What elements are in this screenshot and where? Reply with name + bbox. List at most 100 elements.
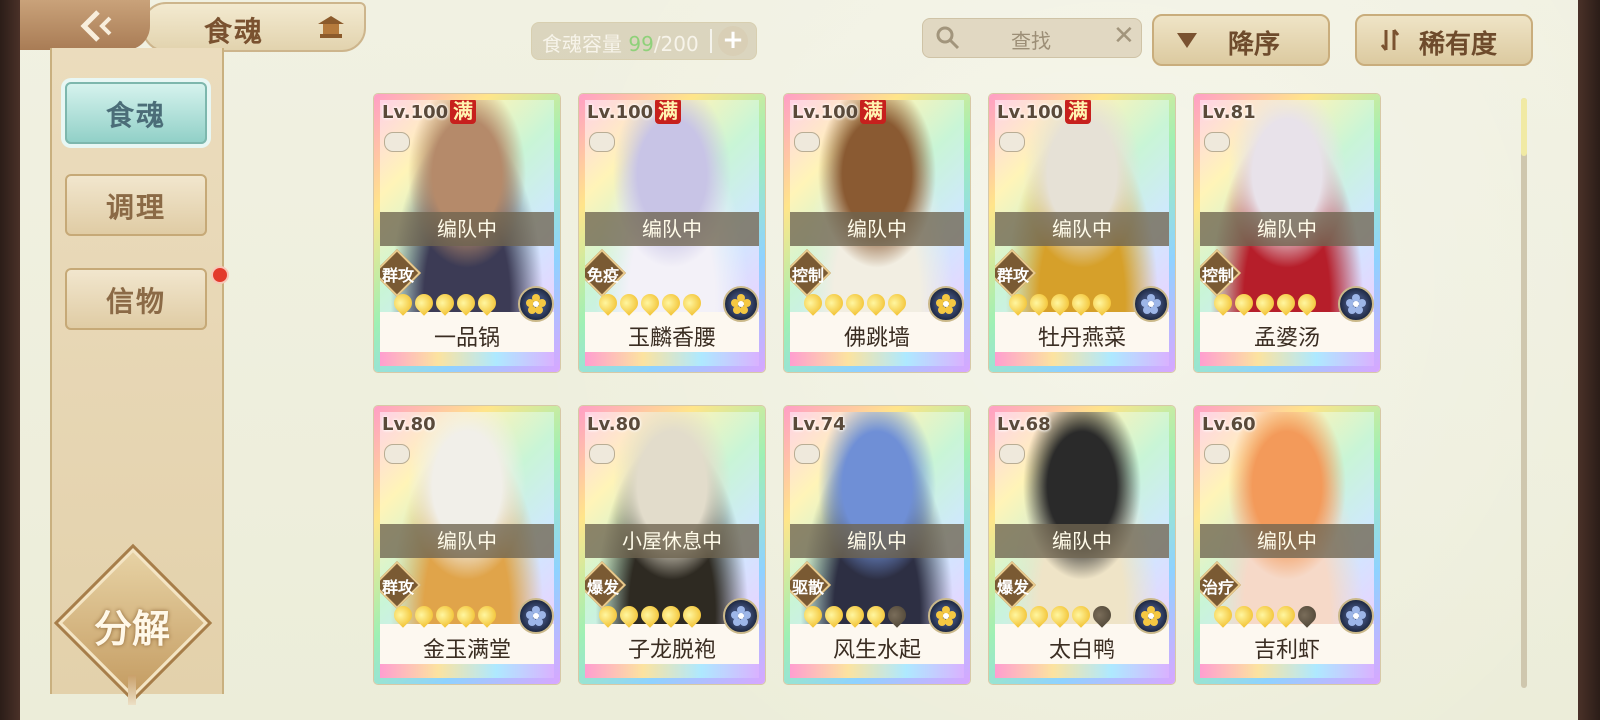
sidebar-item-food-soul[interactable]: 食魂 — [65, 82, 207, 144]
card-rainbow-border — [585, 352, 759, 366]
star-filled-icon — [884, 290, 910, 316]
food-soul-card[interactable]: Lv.60 编队中 治疗 吉利虾 — [1194, 406, 1380, 684]
food-soul-card[interactable]: Lv.80 小屋休息中 爆发 子龙脱袍 — [579, 406, 765, 684]
lock-toggle-icon[interactable] — [589, 132, 615, 152]
sort-rarity-label: 稀有度 — [1419, 30, 1498, 60]
card-inner: Lv.68 编队中 爆发 太白鸭 — [995, 412, 1169, 678]
star-filled-icon — [1068, 290, 1094, 316]
role-badge: 免疫 — [585, 248, 627, 298]
role-badge: 群攻 — [380, 248, 422, 298]
search-box[interactable]: 查找 ✕ — [922, 18, 1142, 58]
sidebar-item-conditioning[interactable]: 调理 — [65, 174, 207, 236]
star-filled-icon — [390, 602, 416, 628]
status-banner: 编队中 — [995, 524, 1169, 558]
role-label: 群攻 — [381, 578, 414, 597]
star-filled-icon — [453, 290, 479, 316]
lock-toggle-icon[interactable] — [999, 444, 1025, 464]
scrollbar-thumb[interactable] — [1521, 98, 1527, 156]
triangle-down-icon — [1177, 33, 1197, 48]
sort-rarity-button[interactable]: 稀有度 — [1355, 14, 1533, 66]
star-filled-icon — [1047, 602, 1073, 628]
back-arrow-icon — [80, 10, 112, 42]
card-inner: Lv.100 满编队中 群攻 一品锅 — [380, 100, 554, 366]
role-label: 治疗 — [1201, 578, 1234, 597]
sidebar-item-label: 食魂 — [105, 99, 166, 132]
star-empty-icon — [1089, 602, 1115, 628]
star-filled-icon — [1026, 602, 1052, 628]
food-soul-card[interactable]: Lv.100 满编队中 免疫 玉麟香腰 — [579, 94, 765, 372]
max-level-badge: 满 — [655, 100, 681, 124]
flower-icon — [936, 606, 956, 626]
page-title-tab: 食魂 — [142, 2, 366, 52]
card-rainbow-border — [1200, 352, 1374, 366]
star-filled-icon — [800, 290, 826, 316]
decompose-label: 分解 — [93, 607, 170, 651]
character-name: 太白鸭 — [1048, 638, 1115, 663]
status-banner: 编队中 — [790, 524, 964, 558]
card-rainbow-border — [1200, 664, 1374, 678]
lock-toggle-icon[interactable] — [384, 444, 410, 464]
role-label: 爆发 — [996, 578, 1029, 597]
lock-toggle-icon[interactable] — [999, 132, 1025, 152]
sort-order-button[interactable]: 降序 — [1152, 14, 1330, 66]
role-label: 控制 — [791, 266, 824, 285]
character-name: 风生水起 — [832, 638, 921, 663]
capacity-text: 食魂容量 99/200 — [542, 32, 699, 56]
food-soul-card[interactable]: Lv.100 满编队中 群攻 一品锅 — [374, 94, 560, 372]
lock-toggle-icon[interactable] — [384, 132, 410, 152]
flower-icon — [1346, 294, 1366, 314]
clear-search-icon[interactable]: ✕ — [1113, 21, 1135, 51]
capacity-current: 99 — [628, 32, 654, 56]
lock-toggle-icon[interactable] — [1204, 444, 1230, 464]
food-soul-card[interactable]: Lv.100 满编队中 群攻 牡丹燕菜 — [989, 94, 1175, 372]
star-empty-icon — [884, 602, 910, 628]
star-filled-icon — [595, 290, 621, 316]
scrollbar[interactable] — [1521, 98, 1527, 688]
food-soul-card[interactable]: Lv.100 满编队中 控制 佛跳墙 — [784, 94, 970, 372]
left-frame — [0, 0, 20, 720]
star-filled-icon — [658, 290, 684, 316]
star-filled-icon — [679, 602, 705, 628]
star-filled-icon — [863, 290, 889, 316]
flower-icon — [936, 294, 956, 314]
lock-toggle-icon[interactable] — [589, 444, 615, 464]
level-label: Lv.74 — [792, 414, 846, 435]
element-flower-icon — [928, 598, 964, 634]
flower-icon — [1141, 606, 1161, 626]
character-name: 佛跳墙 — [843, 326, 910, 351]
star-filled-icon — [1005, 602, 1031, 628]
star-filled-icon — [432, 290, 458, 316]
sidebar-item-keepsake[interactable]: 信物 — [65, 266, 229, 330]
food-soul-card[interactable]: Lv.74 编队中 驱散风生水起 — [784, 406, 970, 684]
status-banner: 编队中 — [380, 212, 554, 246]
capacity-add-button[interactable]: + — [718, 26, 748, 56]
flower-icon — [731, 294, 751, 314]
food-soul-card[interactable]: Lv.80 编队中 群攻 金玉满堂 — [374, 406, 560, 684]
card-inner: Lv.100 满编队中 控制 佛跳墙 — [790, 100, 964, 366]
star-rating — [800, 602, 910, 628]
level-label: Lv.80 — [587, 414, 641, 435]
food-soul-card[interactable]: Lv.81 编队中 控制 孟婆汤 — [1194, 94, 1380, 372]
role-badge: 群攻 — [995, 248, 1037, 298]
lock-toggle-icon[interactable] — [1204, 132, 1230, 152]
star-filled-icon — [1089, 290, 1115, 316]
food-soul-card[interactable]: Lv.68 编队中 爆发 太白鸭 — [989, 406, 1175, 684]
lock-toggle-icon[interactable] — [794, 132, 820, 152]
star-filled-icon — [1252, 290, 1278, 316]
notification-badge — [211, 266, 229, 284]
flower-icon — [1141, 294, 1161, 314]
card-inner: Lv.100 满编队中 免疫 玉麟香腰 — [585, 100, 759, 366]
star-filled-icon — [1252, 602, 1278, 628]
star-filled-icon — [432, 602, 458, 628]
lock-toggle-icon[interactable] — [794, 444, 820, 464]
max-level-badge: 满 — [450, 100, 476, 124]
role-badge: 驱散 — [790, 560, 832, 610]
max-level-badge: 满 — [860, 100, 886, 124]
search-input[interactable]: 查找 — [1011, 25, 1051, 54]
sort-order-label: 降序 — [1228, 30, 1281, 60]
back-button[interactable] — [20, 0, 150, 50]
capacity-display: 食魂容量 99/200 + — [531, 22, 757, 60]
pavilion-icon[interactable] — [316, 14, 346, 44]
card-rainbow-border — [995, 664, 1169, 678]
star-filled-icon — [1294, 290, 1320, 316]
